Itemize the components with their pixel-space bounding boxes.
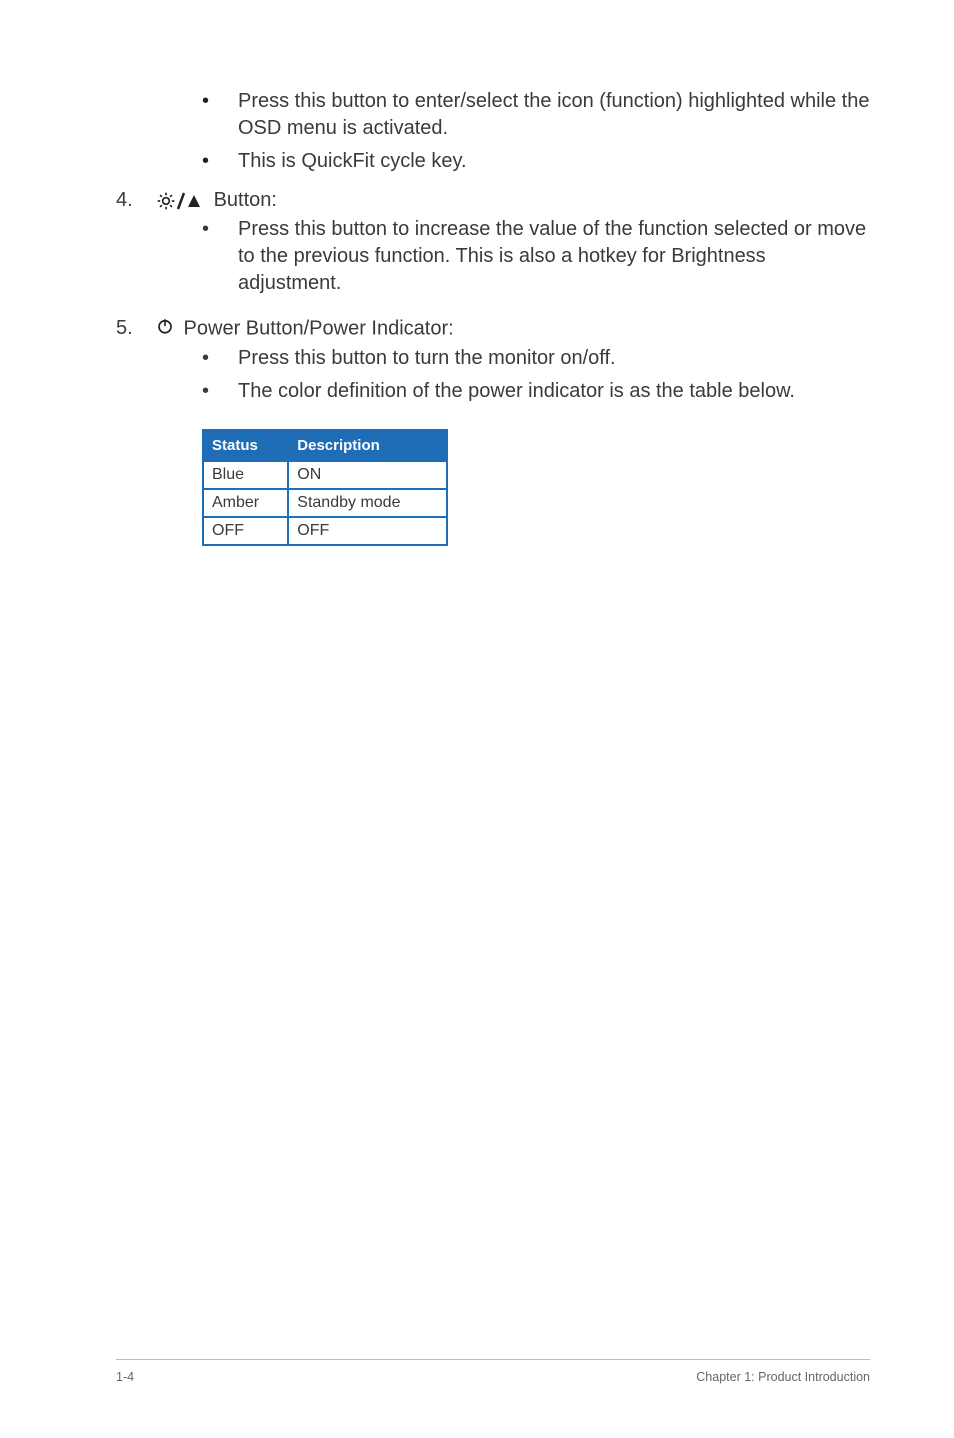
item-number: 5. bbox=[116, 317, 156, 340]
item-label: Button: bbox=[214, 189, 277, 211]
table-row: Blue ON bbox=[203, 461, 447, 489]
cell-status: Amber bbox=[203, 489, 288, 517]
sub-bullet-group: • Press this button to increase the valu… bbox=[202, 216, 870, 297]
cell-status: OFF bbox=[203, 517, 288, 545]
power-icon bbox=[156, 317, 174, 341]
status-table: Status Description Blue ON Amber Standby… bbox=[202, 429, 448, 546]
chapter-label: Chapter 1: Product Introduction bbox=[696, 1370, 870, 1384]
bullet-item: • Press this button to turn the monitor … bbox=[202, 345, 795, 372]
bullet-text: This is QuickFit cycle key. bbox=[238, 148, 467, 175]
bullet-item: • This is QuickFit cycle key. bbox=[202, 148, 870, 175]
list-item-5: 5. Power Button/Power Indicator: • Press… bbox=[116, 317, 870, 411]
triangle-up-icon bbox=[186, 193, 202, 209]
bullet-marker: • bbox=[202, 378, 238, 404]
page-content: • Press this button to enter/select the … bbox=[0, 0, 954, 546]
cell-desc: OFF bbox=[288, 517, 447, 545]
list-item-4: 4. bbox=[116, 189, 870, 303]
bullet-marker: • bbox=[202, 148, 238, 174]
header-status: Status bbox=[203, 430, 288, 461]
brightness-up-icon bbox=[156, 191, 202, 211]
bullet-item: • Press this button to increase the valu… bbox=[202, 216, 870, 297]
bullet-item: • The color definition of the power indi… bbox=[202, 378, 795, 405]
cell-status: Blue bbox=[203, 461, 288, 489]
top-bullet-group: • Press this button to enter/select the … bbox=[202, 88, 870, 175]
page-footer: 1-4 Chapter 1: Product Introduction bbox=[116, 1359, 870, 1384]
item-label: Power Button/Power Indicator: bbox=[178, 317, 454, 339]
page-number: 1-4 bbox=[116, 1370, 134, 1384]
header-description: Description bbox=[288, 430, 447, 461]
bullet-text: Press this button to turn the monitor on… bbox=[238, 345, 616, 372]
bullet-item: • Press this button to enter/select the … bbox=[202, 88, 870, 142]
item-body: Button: • Press this button to increase … bbox=[156, 189, 870, 303]
cell-desc: Standby mode bbox=[288, 489, 447, 517]
sub-bullet-group: • Press this button to turn the monitor … bbox=[202, 345, 795, 405]
item-number: 4. bbox=[116, 189, 156, 212]
bullet-marker: • bbox=[202, 88, 238, 114]
bullet-text: Press this button to enter/select the ic… bbox=[238, 88, 870, 142]
bullet-text: Press this button to increase the value … bbox=[238, 216, 870, 297]
item-body: Power Button/Power Indicator: • Press th… bbox=[156, 317, 795, 411]
cell-desc: ON bbox=[288, 461, 447, 489]
slash-icon bbox=[176, 191, 186, 211]
table-header-row: Status Description bbox=[203, 430, 447, 461]
power-indicator-table: Status Description Blue ON Amber Standby… bbox=[202, 429, 870, 546]
table-row: Amber Standby mode bbox=[203, 489, 447, 517]
table-row: OFF OFF bbox=[203, 517, 447, 545]
bullet-text: The color definition of the power indica… bbox=[238, 378, 795, 405]
bullet-marker: • bbox=[202, 345, 238, 371]
bullet-marker: • bbox=[202, 216, 238, 242]
